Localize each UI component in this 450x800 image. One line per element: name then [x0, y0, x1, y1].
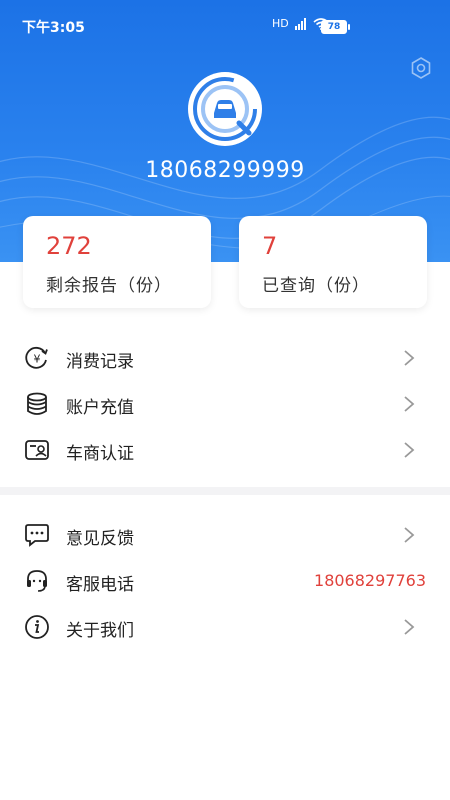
queried-value: 7: [262, 232, 278, 260]
chevron-right-icon: [404, 350, 415, 366]
menu-label: 账户充值: [66, 398, 134, 418]
chevron-right-icon: [404, 527, 415, 543]
menu-label: 消费记录: [66, 352, 134, 372]
chevron-right-icon: [404, 442, 415, 458]
id-card-icon: [25, 440, 49, 460]
menu-label: 关于我们: [66, 621, 134, 641]
menu-item-feedback[interactable]: 意见反馈: [0, 512, 450, 558]
menu-item-account-recharge[interactable]: 账户充值: [0, 381, 450, 427]
chevron-right-icon: [404, 396, 415, 412]
battery-indicator: 78: [321, 20, 350, 34]
yen-cycle-icon: ¥: [25, 346, 48, 369]
chevron-right-icon: [404, 619, 415, 635]
database-icon: [27, 392, 47, 415]
remaining-reports-label: 剩余报告（份）: [46, 276, 172, 296]
status-time: 下午3:05: [22, 20, 85, 36]
menu-item-about-us[interactable]: 关于我们: [0, 604, 450, 650]
remaining-reports-card[interactable]: 272 剩余报告（份）: [23, 216, 211, 308]
avatar[interactable]: [187, 71, 263, 147]
chat-bubble-icon: [25, 524, 49, 547]
user-phone: 18068299999: [145, 158, 305, 183]
settings-icon[interactable]: [409, 56, 433, 80]
queried-label: 已查询（份）: [262, 276, 370, 296]
menu-label: 车商认证: [66, 444, 134, 464]
primary-menu: ¥ 消费记录 账户充值 车商认证: [0, 335, 450, 473]
info-icon: [25, 615, 49, 639]
status-bar: 下午3:05 HD 78: [0, 0, 450, 52]
menu-label: 客服电话: [66, 575, 134, 595]
svg-text:¥: ¥: [34, 353, 41, 366]
menu-item-dealer-verification[interactable]: 车商认证: [0, 427, 450, 473]
menu-item-consumption-records[interactable]: ¥ 消费记录: [0, 335, 450, 381]
section-divider: [0, 487, 450, 495]
secondary-menu: 意见反馈 客服电话 18068297763 关于我们: [0, 512, 450, 650]
remaining-reports-value: 272: [46, 232, 92, 260]
headset-icon: [27, 570, 47, 592]
signal-icon: [294, 17, 306, 30]
menu-label: 意见反馈: [66, 529, 134, 549]
service-phone-number[interactable]: 18068297763: [314, 571, 426, 590]
queried-card[interactable]: 7 已查询（份）: [239, 216, 427, 308]
menu-item-customer-service[interactable]: 客服电话 18068297763: [0, 558, 450, 604]
network-type: HD: [272, 17, 289, 30]
